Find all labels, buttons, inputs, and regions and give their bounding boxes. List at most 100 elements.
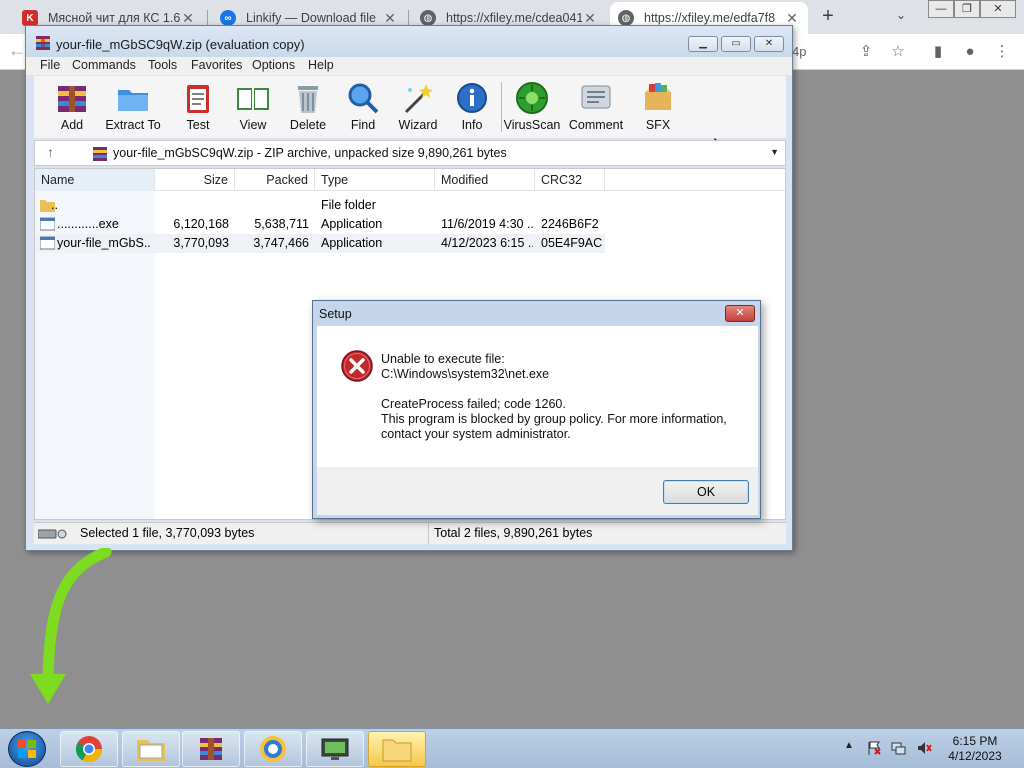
tool-label: Wizard: [398, 118, 438, 132]
info-icon: [454, 80, 490, 116]
error-line-5: contact your system administrator.: [381, 427, 571, 441]
wizard-button[interactable]: Wizard: [388, 78, 448, 136]
menu-help[interactable]: Help: [308, 58, 334, 72]
info-button[interactable]: Info: [442, 78, 502, 136]
status-total: Total 2 files, 9,890,261 bytes: [434, 526, 593, 540]
list-item[interactable]: ............exe 6,120,168 5,638,711 Appl…: [35, 215, 605, 234]
extract-to-button[interactable]: Extract To: [100, 78, 166, 136]
security-app-icon: [260, 736, 286, 762]
taskbar-folder[interactable]: [368, 731, 426, 767]
cell-packed: 3,747,466: [253, 236, 309, 250]
error-line-3: CreateProcess failed; code 1260.: [381, 397, 566, 411]
archive-path-text: your-file_mGbSC9qW.zip - ZIP archive, un…: [113, 146, 507, 160]
list-item-selected[interactable]: your-file_mGbS... 3,770,093 3,747,466 Ap…: [35, 234, 605, 253]
wizard-wand-icon: [400, 80, 436, 116]
action-center-flag-icon[interactable]: [866, 740, 882, 756]
back-arrow-icon[interactable]: ←: [8, 40, 26, 61]
cell-modified: 4/12/2023 6:15 ...: [441, 236, 533, 250]
up-arrow-icon[interactable]: ↑: [47, 144, 54, 160]
close-tab-icon[interactable]: ✕: [180, 10, 196, 27]
list-item[interactable]: .. File folder: [35, 196, 605, 215]
taskbar-security-app[interactable]: [244, 731, 302, 767]
cell-type: File folder: [321, 198, 376, 212]
cell-modified: 11/6/2019 4:30 ...: [441, 217, 533, 231]
column-type[interactable]: Type: [315, 169, 435, 191]
minimize-icon[interactable]: —: [928, 0, 954, 18]
add-button[interactable]: Add: [42, 78, 102, 136]
close-button[interactable]: ✕: [754, 36, 784, 52]
tool-label: SFX: [645, 118, 671, 132]
taskbar-file-manager[interactable]: [122, 731, 180, 767]
find-button[interactable]: Find: [333, 78, 393, 136]
close-icon[interactable]: ✕: [725, 305, 755, 322]
drive-icon: [38, 529, 67, 539]
share-icon[interactable]: ⇪: [856, 42, 876, 62]
close-icon[interactable]: ✕: [980, 0, 1016, 18]
column-crc32[interactable]: CRC32: [535, 169, 605, 191]
sidebar-icon[interactable]: ▮: [928, 42, 948, 62]
maximize-button[interactable]: ▭: [721, 36, 751, 52]
winrar-titlebar[interactable]: your-file_mGbSC9qW.zip (evaluation copy)…: [26, 26, 792, 60]
close-tab-icon[interactable]: ✕: [784, 10, 800, 27]
address-bar-tail[interactable]: 4p: [792, 44, 806, 59]
archive-path-bar[interactable]: ↑ your-file_mGbSC9qW.zip - ZIP archive, …: [34, 140, 786, 166]
bookmark-star-icon[interactable]: ☆: [888, 42, 908, 62]
start-button[interactable]: [8, 731, 46, 767]
tool-label: View: [239, 118, 267, 132]
volume-muted-icon[interactable]: [916, 740, 932, 756]
cell-crc: 2246B6F2: [541, 217, 599, 231]
view-button[interactable]: View: [223, 78, 283, 136]
sfx-button[interactable]: SFX: [628, 78, 688, 136]
network-icon[interactable]: [890, 740, 906, 756]
cell-name: your-file_mGbS...: [57, 236, 151, 250]
taskbar-winrar[interactable]: [182, 731, 240, 767]
profile-icon[interactable]: ●: [960, 42, 980, 62]
tab-title: Мясной чит для КС 1.6: с: [48, 11, 180, 25]
cell-name: ............exe: [57, 217, 119, 231]
system-clock[interactable]: 6:15 PM 4/12/2023: [940, 734, 1010, 764]
chevron-down-icon[interactable]: ▼: [770, 147, 779, 157]
restore-icon[interactable]: ❐: [954, 0, 980, 18]
tray-expand-icon[interactable]: ▲: [844, 740, 854, 751]
status-bar: Selected 1 file, 3,770,093 bytes Total 2…: [34, 522, 786, 545]
taskbar-remote-desktop[interactable]: [306, 731, 364, 767]
view-book-icon: [235, 80, 271, 116]
setup-error-dialog: Setup ✕ Unable to execute file: C:\Windo…: [312, 300, 761, 519]
column-packed[interactable]: Packed: [235, 169, 315, 191]
menu-tools[interactable]: Tools: [148, 58, 177, 72]
trash-icon: [290, 80, 326, 116]
test-button[interactable]: Test: [168, 78, 228, 136]
tool-label: Test: [186, 118, 210, 132]
tool-label: Info: [461, 118, 483, 132]
menu-options[interactable]: Options: [252, 58, 295, 72]
new-tab-button[interactable]: +: [818, 6, 838, 26]
clock-time: 6:15 PM: [952, 734, 998, 748]
test-clipboard-icon: [180, 80, 216, 116]
cell-type: Application: [321, 217, 383, 231]
green-arrow-icon: [30, 548, 112, 704]
virusscan-button[interactable]: VirusScan: [500, 78, 564, 136]
menu-favorites[interactable]: Favorites: [191, 58, 242, 72]
ok-button[interactable]: OK: [663, 480, 749, 504]
delete-button[interactable]: Delete: [278, 78, 338, 136]
dialog-footer: OK: [317, 467, 758, 515]
globe-icon: ◍: [420, 10, 436, 26]
menu-file[interactable]: File: [40, 58, 60, 72]
chevron-down-icon[interactable]: ⌄: [896, 8, 912, 24]
more-menu-icon[interactable]: ⋮: [992, 42, 1012, 62]
taskbar-chrome[interactable]: [60, 731, 118, 767]
menu-commands[interactable]: Commands: [72, 58, 136, 72]
winrar-toolbar: Add Extract To Test View Delete Find Wiz…: [34, 76, 786, 158]
windows-logo-icon: [18, 740, 36, 758]
comment-button[interactable]: Comment: [564, 78, 628, 136]
globe-icon: ◍: [618, 10, 634, 26]
minimize-button[interactable]: ▁: [688, 36, 718, 52]
column-modified[interactable]: Modified: [435, 169, 535, 191]
application-icon: [40, 217, 55, 231]
column-name[interactable]: Name: [35, 169, 155, 191]
column-size[interactable]: Size: [155, 169, 235, 191]
close-tab-icon[interactable]: ✕: [582, 10, 598, 27]
tool-label: Find: [350, 118, 376, 132]
close-tab-icon[interactable]: ✕: [382, 10, 398, 27]
chrome-icon: [75, 736, 103, 763]
